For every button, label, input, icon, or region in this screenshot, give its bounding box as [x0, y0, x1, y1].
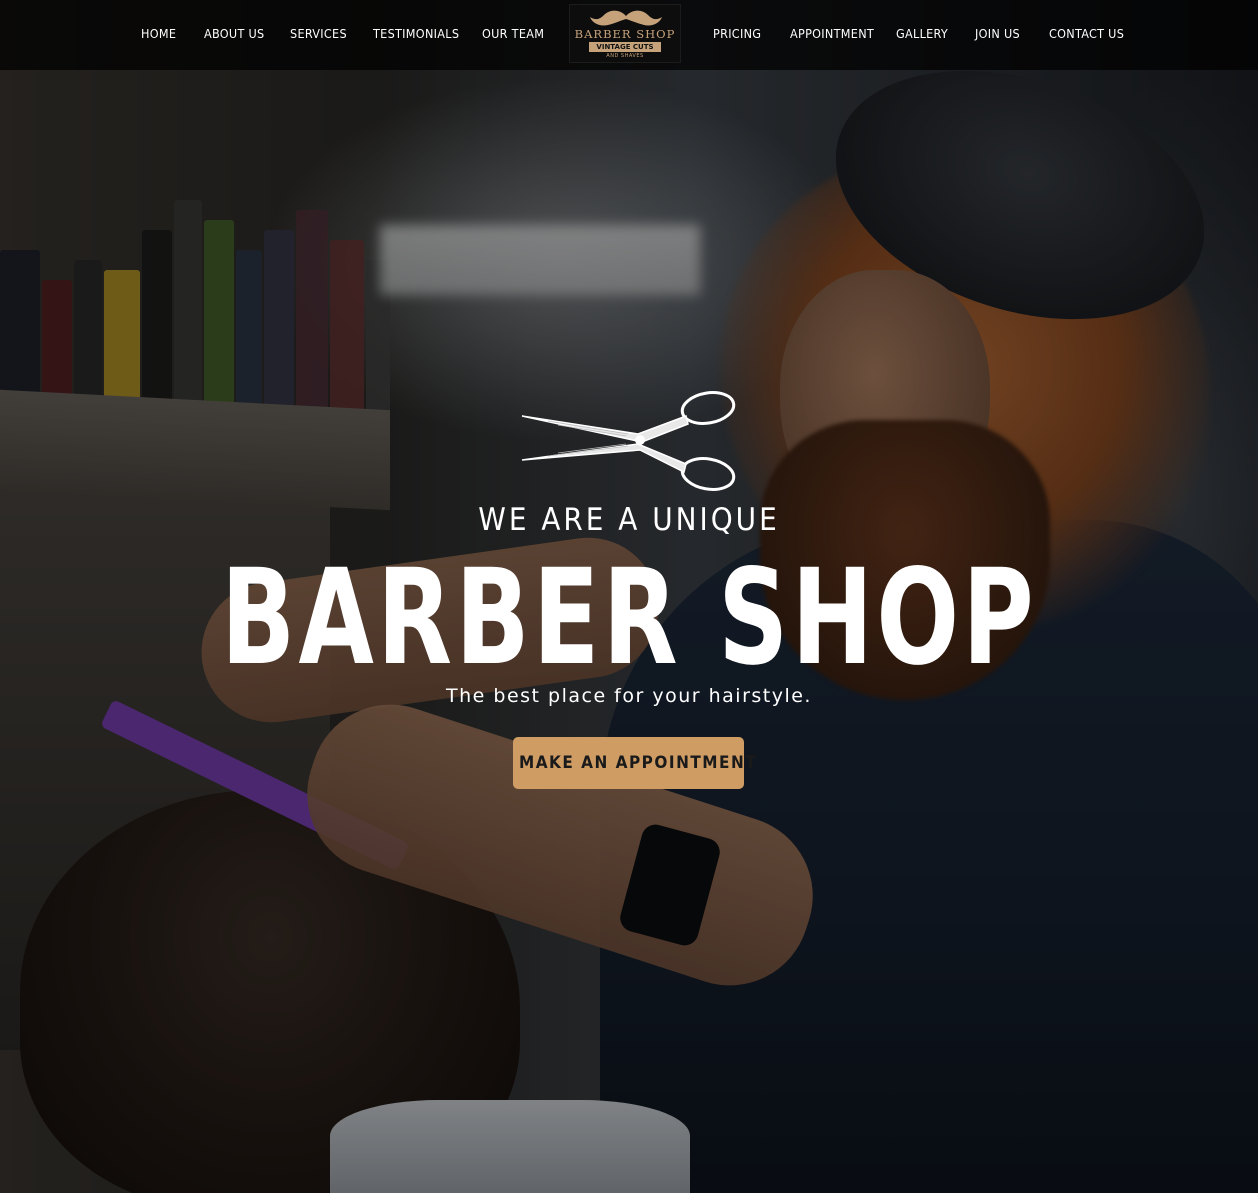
- nav-item-services[interactable]: SERVICES: [290, 26, 347, 41]
- logo-subtitle: AND SHAVES: [606, 53, 644, 59]
- nav-item-home[interactable]: HOME: [141, 26, 176, 41]
- logo-ribbon: VINTAGE CUTS: [589, 42, 661, 52]
- hero-title: BARBER SHOP: [220, 541, 1038, 695]
- nav-item-appointment[interactable]: APPOINTMENT: [790, 26, 874, 41]
- nav-item-contact-us[interactable]: CONTACT US: [1049, 26, 1124, 41]
- page: HOME ABOUT US SERVICES TESTIMONIALS OUR …: [0, 0, 1258, 1193]
- nav-item-our-team[interactable]: OUR TEAM: [482, 26, 544, 41]
- nav-item-about-us[interactable]: ABOUT US: [204, 26, 264, 41]
- nav-item-join-us[interactable]: JOIN US: [975, 26, 1020, 41]
- make-appointment-button[interactable]: MAKE AN APPOINTMENT: [513, 737, 756, 789]
- hero-tagline: WE ARE A UNIQUE: [478, 502, 780, 538]
- logo-title: BARBER SHOP: [574, 27, 676, 41]
- mustache-icon: [590, 10, 662, 26]
- nav-item-testimonials[interactable]: TESTIMONIALS: [373, 26, 459, 41]
- main-navbar: HOME ABOUT US SERVICES TESTIMONIALS OUR …: [0, 0, 1258, 70]
- hero-subtitle: The best place for your hairstyle.: [446, 685, 812, 707]
- scissors-icon: [521, 391, 736, 491]
- site-logo[interactable]: BARBER SHOP VINTAGE CUTS AND SHAVES: [569, 4, 681, 63]
- nav-item-pricing[interactable]: PRICING: [713, 26, 761, 41]
- nav-item-gallery[interactable]: GALLERY: [896, 26, 948, 41]
